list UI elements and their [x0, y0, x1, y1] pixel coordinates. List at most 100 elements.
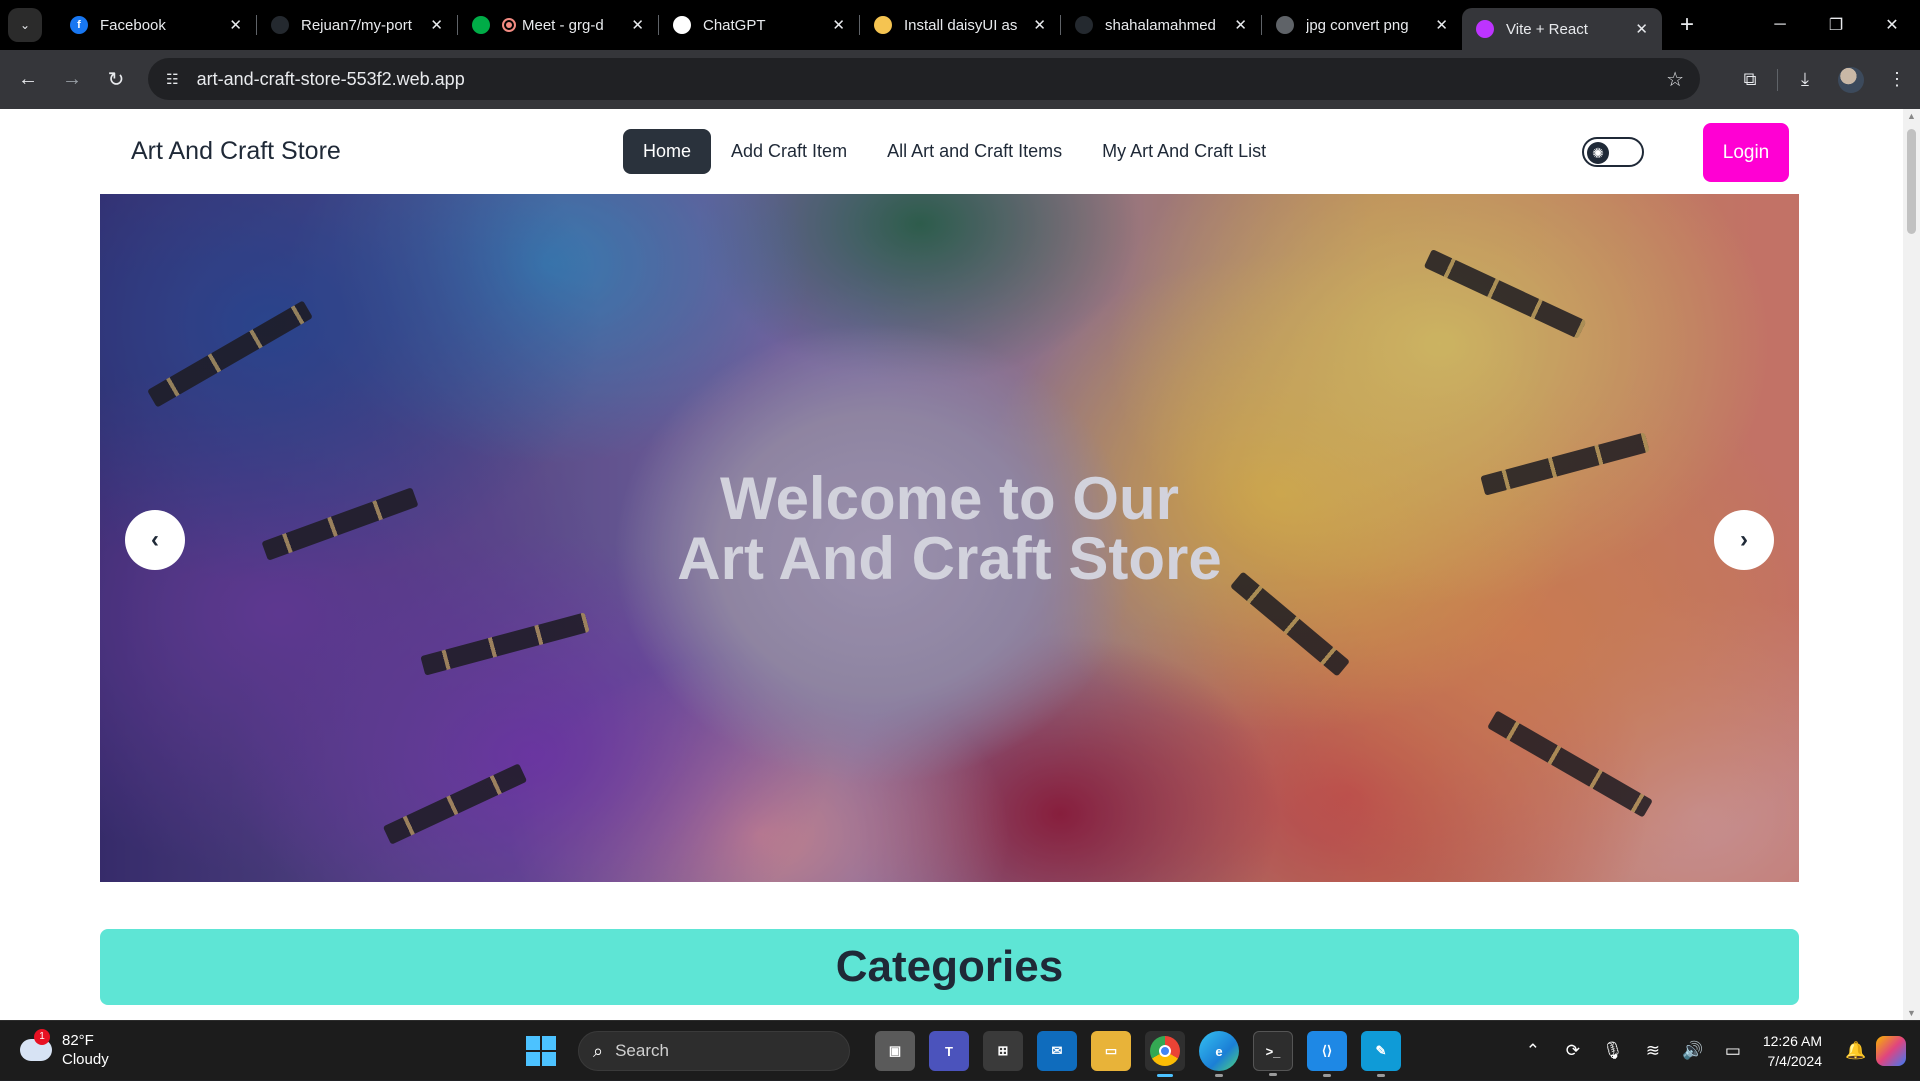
notification-bell-icon[interactable]: 🔔: [1836, 1041, 1876, 1061]
tab-title: Meet - grg-d: [522, 16, 604, 34]
weather-widget[interactable]: 1 82°F Cloudy: [20, 1029, 109, 1069]
browser-tab[interactable]: jpg convert png ✕: [1262, 0, 1462, 50]
new-tab-button[interactable]: +: [1680, 11, 1694, 39]
page-scrollbar[interactable]: ▲ ▼: [1903, 109, 1920, 1020]
scroll-up-icon[interactable]: ▲: [1907, 111, 1916, 121]
edge-icon[interactable]: e: [1199, 1031, 1239, 1077]
tab-close-icon[interactable]: ✕: [1234, 16, 1247, 34]
scroll-down-icon[interactable]: ▼: [1907, 1008, 1916, 1018]
site-info-icon[interactable]: ☷: [166, 71, 179, 88]
battery-icon[interactable]: ▭: [1713, 1041, 1753, 1061]
back-icon[interactable]: ←: [6, 68, 50, 91]
hero-title-line-2: Art And Craft Store: [677, 525, 1222, 592]
start-button[interactable]: [526, 1036, 556, 1066]
close-window-icon[interactable]: ✕: [1864, 15, 1920, 35]
hero-carousel: Welcome to Our Art And Craft Store ‹ ›: [100, 194, 1799, 882]
browser-tab[interactable]: ChatGPT ✕: [659, 0, 859, 50]
tab-title: Rejuan7/my-port: [301, 16, 412, 34]
login-button[interactable]: Login: [1703, 123, 1789, 182]
mail-icon[interactable]: ✉: [1037, 1031, 1077, 1071]
browser-tab[interactable]: Meet - grg-d ✕: [458, 0, 658, 50]
browser-toolbar: ← → ↻ ☷ art-and-craft-store-553f2.web.ap…: [0, 50, 1920, 109]
browser-menu-icon[interactable]: ⋮: [1874, 69, 1920, 90]
nav-link-all-art-and-craft-items[interactable]: All Art and Craft Items: [867, 129, 1082, 174]
wifi-icon[interactable]: ≋: [1633, 1041, 1673, 1061]
clock[interactable]: 12:26 AM 7/4/2024: [1763, 1031, 1822, 1071]
page-viewport: Art And Craft Store Home Add Craft Item Al…: [0, 109, 1903, 1020]
weather-temp: 82°F: [62, 1032, 94, 1049]
forward-icon[interactable]: →: [50, 68, 94, 91]
bookmark-star-icon[interactable]: ☆: [1666, 67, 1684, 92]
terminal-icon[interactable]: >_: [1253, 1031, 1293, 1076]
browser-tab[interactable]: Vite + React ✕: [1462, 8, 1662, 50]
hero-title-line-1: Welcome to Our: [720, 465, 1179, 532]
main-menu: Home Add Craft Item All Art and Craft Item…: [623, 129, 1286, 174]
theme-toggle[interactable]: ✺: [1582, 137, 1644, 167]
file-explorer-icon[interactable]: ▭: [1091, 1031, 1131, 1071]
volume-icon[interactable]: 🔊: [1673, 1041, 1713, 1061]
tab-close-icon[interactable]: ✕: [1435, 16, 1448, 34]
nav-link-home[interactable]: Home: [623, 129, 712, 174]
chatgpt-icon: [673, 16, 691, 34]
site-brand[interactable]: Art And Craft Store: [131, 137, 341, 166]
tab-title: Install daisyUI as: [904, 16, 1018, 34]
clock-date: 7/4/2024: [1767, 1053, 1823, 1069]
vscode-icon[interactable]: ⟨⟩: [1307, 1031, 1347, 1077]
browser-tab[interactable]: Rejuan7/my-port ✕: [257, 0, 457, 50]
tab-close-icon[interactable]: ✕: [1033, 16, 1046, 34]
url-text[interactable]: art-and-craft-store-553f2.web.app: [197, 69, 465, 90]
system-tray: ⌃ ⟳ 🎙 ≋ 🔊 ▭ 12:26 AM 7/4/2024 🔔: [1513, 1021, 1920, 1081]
tab-title: shahalamahmed: [1105, 16, 1216, 34]
teams-icon[interactable]: T: [929, 1031, 969, 1071]
vite-icon: [1476, 20, 1494, 38]
carousel-prev-button[interactable]: ‹: [125, 510, 185, 570]
task-view-icon[interactable]: ▣: [875, 1031, 915, 1071]
microphone-icon[interactable]: 🎙: [1593, 1041, 1633, 1061]
profile-avatar[interactable]: [1838, 66, 1864, 93]
meet-icon: [472, 16, 490, 34]
cloud-icon: 1: [20, 1029, 52, 1061]
store-icon[interactable]: ⊞: [983, 1031, 1023, 1071]
chrome-icon[interactable]: [1145, 1031, 1185, 1077]
sun-icon: ✺: [1587, 142, 1609, 164]
tab-title: Vite + React: [1506, 20, 1588, 38]
address-bar[interactable]: ☷ art-and-craft-store-553f2.web.app ☆: [148, 58, 1700, 100]
browser-tab[interactable]: shahalamahmed ✕: [1061, 0, 1261, 50]
restore-icon[interactable]: ❐: [1808, 15, 1864, 35]
taskbar-search[interactable]: ⌕ Search: [578, 1031, 850, 1071]
tab-close-icon[interactable]: ✕: [631, 16, 644, 34]
toolbar-divider: [1777, 68, 1778, 91]
tab-close-icon[interactable]: ✕: [430, 16, 443, 34]
search-icon: ⌕: [593, 1040, 604, 1061]
sync-icon[interactable]: ⟳: [1553, 1041, 1593, 1061]
recording-icon: [502, 18, 516, 32]
reload-icon[interactable]: ↻: [94, 67, 138, 92]
tab-title: ChatGPT: [703, 16, 766, 34]
facebook-icon: f: [70, 16, 88, 34]
chevron-up-icon[interactable]: ⌃: [1513, 1041, 1553, 1061]
tab-search-button[interactable]: ⌄: [8, 8, 42, 42]
browser-tab[interactable]: f Facebook ✕: [56, 0, 256, 50]
daisyui-icon: [874, 16, 892, 34]
nav-link-add-craft-item[interactable]: Add Craft Item: [711, 129, 867, 174]
minimize-icon[interactable]: ─: [1752, 16, 1808, 34]
browser-tab[interactable]: Install daisyUI as ✕: [860, 0, 1060, 50]
copilot-icon[interactable]: [1876, 1036, 1906, 1066]
weather-text: 82°F Cloudy: [62, 1031, 109, 1069]
categories-heading: Categories: [100, 929, 1799, 1005]
notification-badge: 1: [34, 1029, 50, 1045]
github-icon: [1075, 16, 1093, 34]
tab-close-icon[interactable]: ✕: [832, 16, 845, 34]
taskbar-apps: ⌕ Search ▣ T ⊞ ✉ ▭ e >_ ⟨⟩ ✎: [526, 1029, 1408, 1077]
nav-link-my-art-and-craft-list[interactable]: My Art And Craft List: [1082, 129, 1286, 174]
weather-condition: Cloudy: [62, 1051, 109, 1068]
tab-close-icon[interactable]: ✕: [229, 16, 242, 34]
toolbar-actions: ⧉ ⤓ ⋮: [1727, 50, 1920, 109]
scrollbar-thumb[interactable]: [1907, 129, 1916, 234]
extensions-icon[interactable]: ⧉: [1727, 69, 1773, 90]
window-controls: ─ ❐ ✕: [1752, 0, 1920, 50]
tab-close-icon[interactable]: ✕: [1635, 20, 1648, 38]
carousel-next-button[interactable]: ›: [1714, 510, 1774, 570]
download-icon[interactable]: ⤓: [1782, 69, 1828, 90]
paint-icon[interactable]: ✎: [1361, 1031, 1401, 1077]
